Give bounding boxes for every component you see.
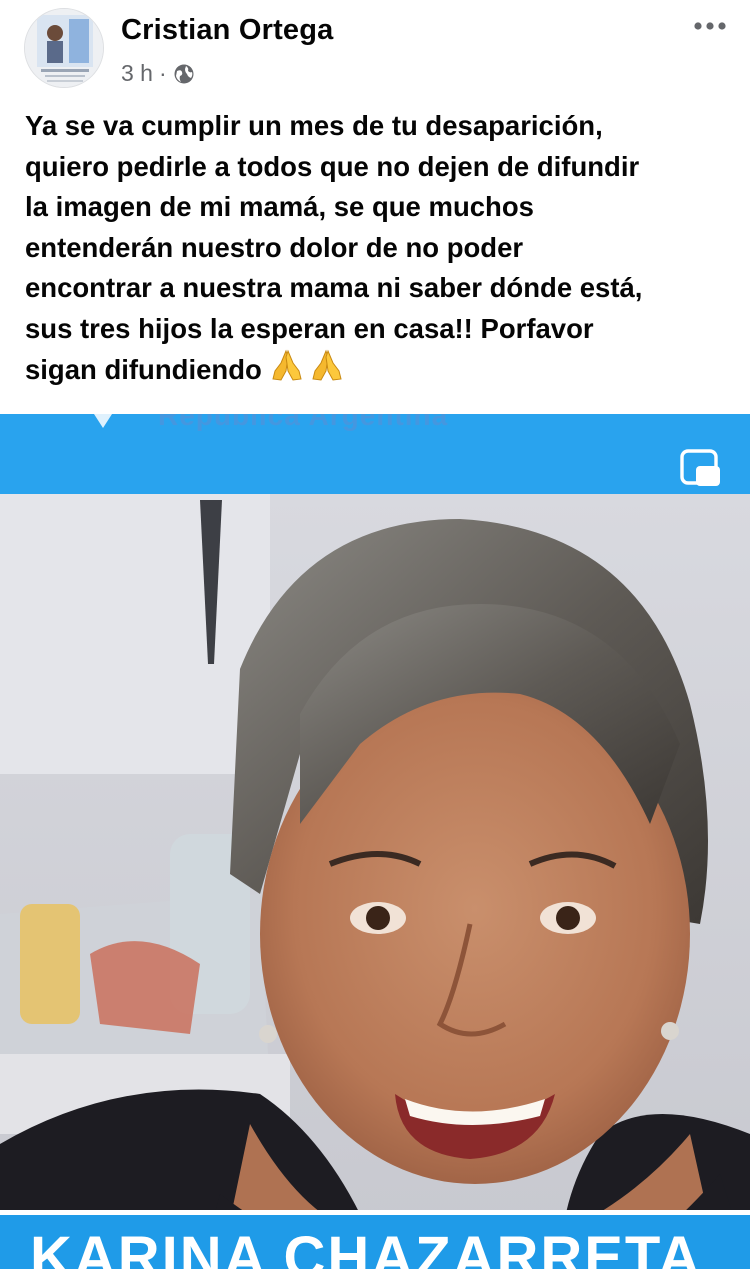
post-meta: 3 h · xyxy=(121,60,195,87)
post-text-line: sigan difundiendo xyxy=(25,354,262,385)
globe-icon[interactable] xyxy=(173,63,195,85)
location-pin-icon xyxy=(94,414,112,428)
more-options-button[interactable] xyxy=(692,14,728,38)
post-text-line: quiero pedirle a todos que no dejen de d… xyxy=(25,150,640,182)
author-name[interactable]: Cristian Ortega xyxy=(121,14,334,47)
avatar-image xyxy=(25,9,103,87)
post-text-line: encontrar a nuestra mama ni saber dónde … xyxy=(25,272,643,303)
name-caption-bar: KARINA CHAZARRETA xyxy=(0,1210,750,1269)
post-text-line: la imagen de mi mamá, se que muchos xyxy=(25,191,534,222)
media-banner: República Argentina xyxy=(0,414,750,494)
author-avatar[interactable] xyxy=(24,8,104,88)
picture-in-picture-icon xyxy=(680,449,720,486)
praying-hands-icon xyxy=(269,349,345,395)
portrait-photo xyxy=(0,494,750,1269)
post-image[interactable]: República Argentina KARINA CHAZARRETA xyxy=(0,414,750,1269)
meta-separator: · xyxy=(158,60,167,86)
post-time[interactable]: 3 h xyxy=(121,60,153,87)
name-caption: KARINA CHAZARRETA xyxy=(30,1225,702,1269)
more-options-icon xyxy=(694,22,726,30)
banner-overlay-text: República Argentina xyxy=(158,414,449,431)
picture-in-picture-button[interactable] xyxy=(678,448,722,488)
post-text-line: entenderán nuestro dolor de no poder xyxy=(25,231,524,263)
post-text: Ya se va cumplir un mes de tu desaparici… xyxy=(25,106,730,395)
post-text-line: Ya se va cumplir un mes de tu desaparici… xyxy=(25,110,603,141)
post-header: Cristian Ortega 3 h · xyxy=(0,0,750,100)
post-text-line: sus tres hijos la esperan en casa!! Porf… xyxy=(25,312,594,344)
